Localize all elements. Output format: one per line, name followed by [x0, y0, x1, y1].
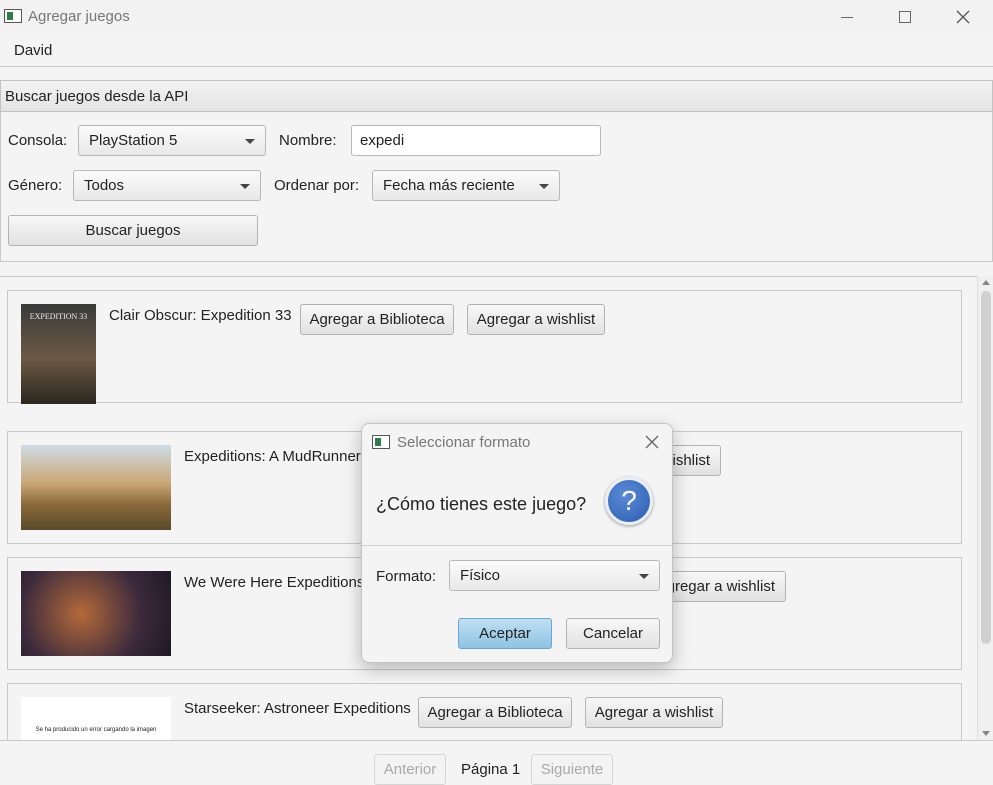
- previous-page-button[interactable]: Anterior: [374, 754, 446, 785]
- chevron-down-icon: [639, 574, 649, 579]
- window-title: Agregar juegos: [28, 8, 130, 25]
- add-to-wishlist-button[interactable]: Agregar a wishlist: [585, 697, 723, 728]
- name-search-value: expedi: [360, 132, 405, 149]
- select-format-dialog: Seleccionar formato ¿Cómo tienes este ju…: [361, 423, 673, 663]
- add-to-library-button[interactable]: Agregar a Biblioteca: [300, 304, 454, 335]
- format-select-value: Físico: [460, 567, 501, 584]
- game-name: Expeditions: A MudRunner: [184, 448, 361, 465]
- menu-bar: David: [0, 34, 993, 67]
- genre-label: Género:: [8, 177, 63, 194]
- game-cover-image: [21, 571, 171, 656]
- add-to-wishlist-button[interactable]: gregar a wishlist: [663, 571, 786, 602]
- search-panel-header[interactable]: Buscar juegos desde la API: [0, 80, 993, 112]
- next-page-button[interactable]: Siguiente: [531, 754, 613, 785]
- cancel-button[interactable]: Cancelar: [566, 618, 660, 649]
- game-cover-image: EXPEDITION 33: [21, 304, 96, 404]
- maximize-icon: [899, 11, 911, 23]
- sort-select-value: Fecha más reciente: [383, 177, 515, 194]
- name-label: Nombre:: [279, 132, 337, 149]
- search-panel: Consola: PlayStation 5 Nombre: expedi Gé…: [0, 112, 993, 262]
- dialog-window-icon: [372, 435, 390, 449]
- format-select[interactable]: Físico: [449, 560, 660, 591]
- list-item: Se ha producido un error cargando la ima…: [7, 683, 962, 740]
- close-window-button[interactable]: [940, 0, 986, 34]
- name-search-input[interactable]: expedi: [351, 125, 601, 156]
- dialog-header: ¿Cómo tienes este juego? ?: [362, 458, 672, 546]
- app-window-icon: [4, 9, 22, 23]
- game-name: Starseeker: Astroneer Expeditions: [184, 700, 411, 717]
- chevron-down-icon: [539, 184, 549, 189]
- close-icon[interactable]: [644, 434, 660, 450]
- search-games-button[interactable]: Buscar juegos: [8, 215, 258, 246]
- game-cover-image: Se ha producido un error cargando la ima…: [21, 697, 171, 740]
- page-indicator: Página 1: [461, 761, 521, 778]
- sort-label: Ordenar por:: [274, 177, 360, 194]
- image-error-text: Se ha producido un error cargando la ima…: [35, 727, 157, 733]
- menu-user[interactable]: David: [14, 42, 52, 59]
- format-label: Formato:: [376, 568, 437, 585]
- sort-select[interactable]: Fecha más reciente: [372, 170, 560, 201]
- console-select-value: PlayStation 5: [89, 132, 178, 149]
- maximize-button[interactable]: [882, 0, 928, 34]
- scroll-down-icon[interactable]: [982, 731, 990, 736]
- dialog-title: Seleccionar formato: [397, 434, 531, 451]
- search-panel-title: Buscar juegos desde la API: [5, 88, 189, 105]
- scroll-up-icon[interactable]: [982, 280, 990, 285]
- cover-title-text: EXPEDITION 33: [29, 312, 88, 321]
- minimize-icon: [841, 16, 853, 18]
- results-scrollbar[interactable]: [977, 276, 993, 740]
- genre-select[interactable]: Todos: [73, 170, 261, 201]
- chevron-down-icon: [245, 139, 255, 144]
- pagination-bar: Anterior Página 1 Siguiente: [0, 740, 993, 785]
- console-label: Consola:: [8, 132, 68, 149]
- minimize-button[interactable]: [824, 0, 870, 34]
- game-name: We Were Here Expeditions: [184, 574, 365, 591]
- close-icon: [956, 10, 970, 24]
- genre-select-value: Todos: [84, 177, 125, 194]
- scrollbar-thumb[interactable]: [981, 291, 991, 644]
- add-to-wishlist-button[interactable]: Agregar a wishlist: [467, 304, 605, 335]
- add-to-library-button[interactable]: Agregar a Biblioteca: [418, 697, 572, 728]
- game-name: Clair Obscur: Expedition 33: [109, 307, 292, 324]
- game-cover-image: [21, 445, 171, 530]
- list-item: EXPEDITION 33 Clair Obscur: Expedition 3…: [7, 290, 962, 404]
- console-select[interactable]: PlayStation 5: [78, 125, 266, 156]
- dialog-question: ¿Cómo tienes este juego?: [376, 494, 587, 514]
- title-bar: Agregar juegos: [0, 0, 993, 34]
- chevron-down-icon: [240, 184, 250, 189]
- accept-button[interactable]: Aceptar: [458, 618, 552, 649]
- question-icon: ?: [605, 477, 653, 525]
